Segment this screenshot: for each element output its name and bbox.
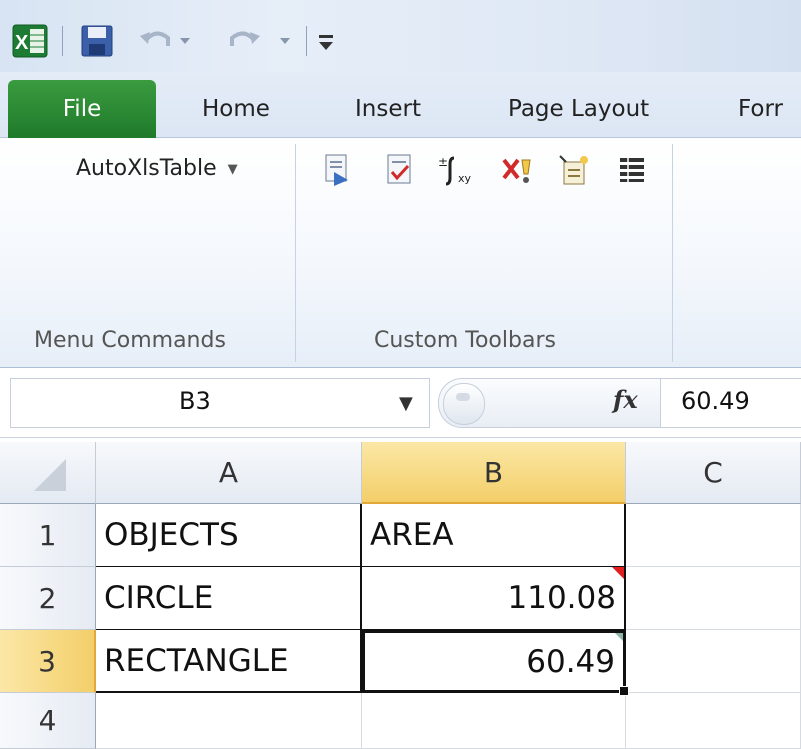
comment-indicator-icon[interactable]: [612, 567, 624, 579]
delete-rule-icon[interactable]: [500, 152, 536, 188]
autoxlstable-label: AutoXlsTable: [76, 156, 217, 181]
tab-file-label: File: [62, 96, 102, 122]
cell-a1-value: OBJECTS: [104, 517, 239, 553]
cell-b1[interactable]: AREA: [362, 504, 626, 567]
formula-controls: fx: [438, 378, 661, 428]
note-indicator-icon: [615, 633, 623, 641]
fill-handle[interactable]: [619, 686, 629, 696]
cell-a4[interactable]: [96, 693, 362, 749]
formula-xy-icon[interactable]: ± xy: [436, 152, 482, 188]
name-box-value: B3: [179, 387, 211, 415]
cell-b2[interactable]: 110.08: [362, 567, 626, 630]
column-header-a[interactable]: A: [96, 442, 362, 504]
cell-a1[interactable]: OBJECTS: [96, 504, 362, 567]
cancel-entry-icon[interactable]: [443, 383, 485, 425]
column-header-b-label: B: [483, 455, 504, 489]
customize-qat-icon[interactable]: [314, 28, 338, 54]
select-all-icon: [33, 458, 66, 491]
chevron-down-icon: ▼: [227, 161, 238, 177]
name-box[interactable]: B3 ▼: [10, 378, 430, 428]
wizard-icon[interactable]: [556, 152, 592, 188]
edit-document-icon[interactable]: [320, 152, 356, 188]
table-list-icon[interactable]: [614, 152, 650, 188]
cell-b3-active[interactable]: 60.49: [362, 630, 629, 696]
group-label-menu-commands: Menu Commands: [34, 328, 226, 353]
cell-a2-value: CIRCLE: [104, 580, 214, 616]
cell-b2-value: 110.08: [507, 580, 616, 616]
svg-text:xy: xy: [458, 172, 472, 185]
cell-a3-value: RECTANGLE: [104, 642, 289, 679]
ribbon-tabs: File Home Insert Page Layout Forr: [0, 72, 801, 138]
excel-logo-icon[interactable]: X: [12, 24, 48, 58]
cell-a3[interactable]: RECTANGLE: [96, 630, 362, 693]
cell-b3-value: 60.49: [526, 643, 615, 680]
select-all-corner[interactable]: [0, 442, 96, 504]
save-icon[interactable]: [80, 24, 114, 58]
row-header-1[interactable]: 1: [0, 504, 96, 567]
formula-value: 60.49: [681, 387, 750, 415]
tab-page-layout[interactable]: Page Layout: [508, 80, 649, 138]
tab-formulas[interactable]: Forr: [738, 80, 801, 138]
row-header-3-label: 3: [38, 644, 56, 678]
tab-home[interactable]: Home: [202, 80, 270, 138]
undo-icon[interactable]: [138, 26, 194, 56]
checklist-icon[interactable]: [382, 152, 418, 188]
column-header-c[interactable]: C: [626, 442, 801, 504]
cell-c4[interactable]: [626, 693, 801, 749]
spreadsheet-grid: A B C 1 2 3 4 OBJECTS AREA CIRCLE 110.08: [0, 442, 801, 749]
row-header-3[interactable]: 3: [0, 630, 96, 693]
svg-text:X: X: [15, 32, 29, 54]
column-header-b[interactable]: B: [362, 442, 626, 504]
row-header-4[interactable]: 4: [0, 693, 96, 749]
tab-home-label: Home: [202, 96, 270, 122]
formula-bar: B3 ▼ fx 60.49: [0, 368, 801, 438]
svg-text:±: ±: [438, 155, 448, 169]
cell-b1-value: AREA: [370, 517, 454, 553]
row-header-2-label: 2: [38, 581, 57, 615]
row-header-4-label: 4: [38, 704, 57, 737]
tab-insert-label: Insert: [355, 96, 421, 122]
column-header-c-label: C: [703, 456, 723, 489]
chevron-down-icon[interactable]: ▼: [399, 393, 413, 414]
title-bar: X: [0, 0, 801, 72]
cell-b4[interactable]: [362, 693, 626, 749]
tab-page-layout-label: Page Layout: [508, 96, 650, 122]
formula-input[interactable]: 60.49: [660, 378, 801, 428]
autoxlstable-dropdown[interactable]: AutoXlsTable ▼: [76, 156, 238, 181]
tab-file[interactable]: File: [8, 80, 156, 138]
redo-icon[interactable]: [226, 26, 296, 56]
cell-c2[interactable]: [626, 567, 801, 630]
group-label-custom-toolbars: Custom Toolbars: [374, 328, 556, 353]
row-header-2[interactable]: 2: [0, 567, 96, 630]
cell-c3[interactable]: [626, 630, 801, 693]
column-header-a-label: A: [218, 456, 239, 489]
tab-formulas-label: Forr: [738, 96, 783, 122]
cell-a2[interactable]: CIRCLE: [96, 567, 362, 630]
tab-insert[interactable]: Insert: [355, 80, 421, 138]
row-header-1-label: 1: [38, 518, 57, 552]
cell-c1[interactable]: [626, 504, 801, 567]
insert-function-icon[interactable]: fx: [613, 385, 638, 414]
ribbon: AutoXlsTable ▼ Menu Commands ± xy Custom…: [0, 138, 801, 368]
